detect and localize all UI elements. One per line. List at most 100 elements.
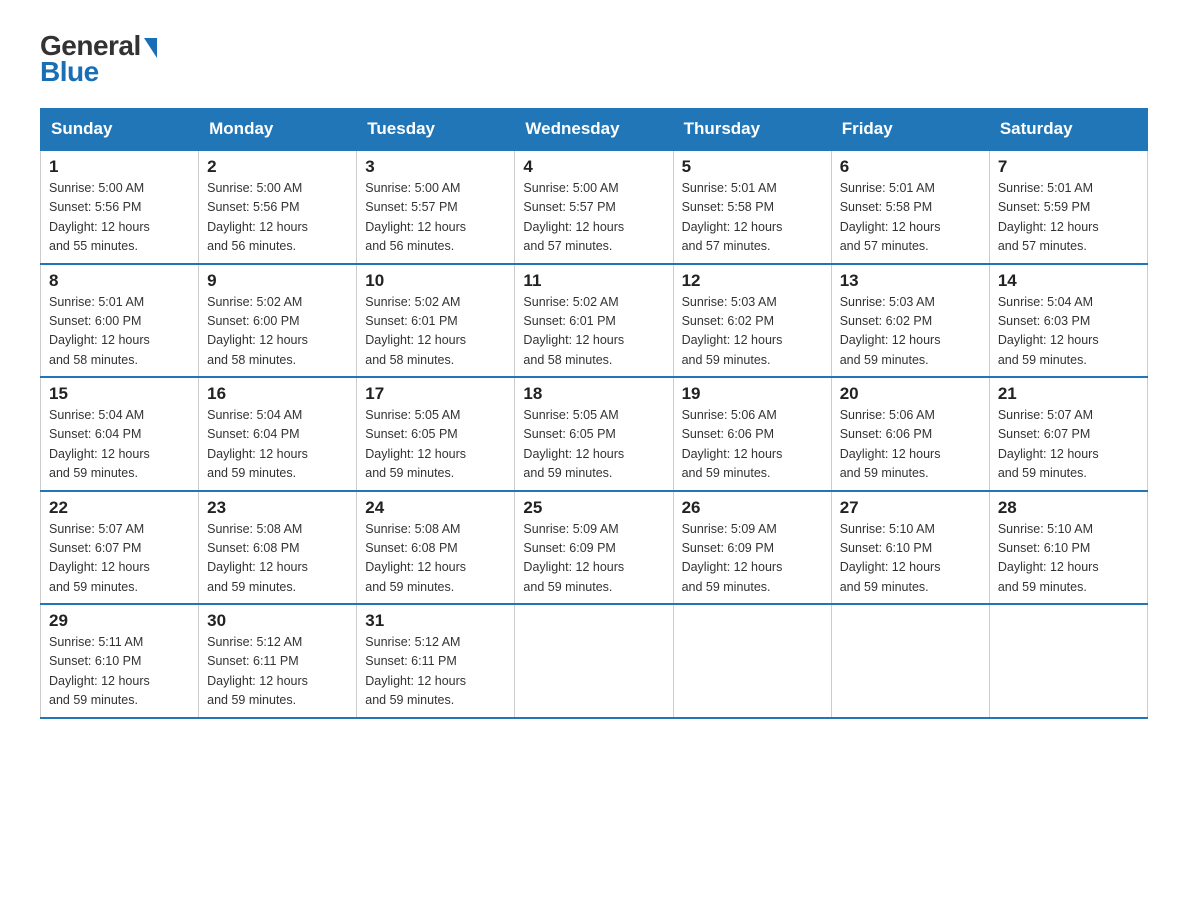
day-info: Sunrise: 5:07 AMSunset: 6:07 PMDaylight:… [998,406,1139,484]
calendar-cell: 29Sunrise: 5:11 AMSunset: 6:10 PMDayligh… [41,604,199,718]
week-row-4: 22Sunrise: 5:07 AMSunset: 6:07 PMDayligh… [41,491,1148,605]
calendar-cell: 14Sunrise: 5:04 AMSunset: 6:03 PMDayligh… [989,264,1147,378]
calendar-cell [989,604,1147,718]
day-info: Sunrise: 5:10 AMSunset: 6:10 PMDaylight:… [998,520,1139,598]
day-info: Sunrise: 5:04 AMSunset: 6:04 PMDaylight:… [49,406,190,484]
calendar-header-row: SundayMondayTuesdayWednesdayThursdayFrid… [41,109,1148,151]
day-info: Sunrise: 5:06 AMSunset: 6:06 PMDaylight:… [682,406,823,484]
calendar-cell: 25Sunrise: 5:09 AMSunset: 6:09 PMDayligh… [515,491,673,605]
calendar-cell: 15Sunrise: 5:04 AMSunset: 6:04 PMDayligh… [41,377,199,491]
day-number: 12 [682,271,823,291]
day-info: Sunrise: 5:08 AMSunset: 6:08 PMDaylight:… [365,520,506,598]
calendar-cell: 21Sunrise: 5:07 AMSunset: 6:07 PMDayligh… [989,377,1147,491]
logo-blue: Blue [40,56,99,88]
day-info: Sunrise: 5:05 AMSunset: 6:05 PMDaylight:… [365,406,506,484]
calendar-cell: 9Sunrise: 5:02 AMSunset: 6:00 PMDaylight… [199,264,357,378]
week-row-1: 1Sunrise: 5:00 AMSunset: 5:56 PMDaylight… [41,150,1148,264]
calendar-cell: 23Sunrise: 5:08 AMSunset: 6:08 PMDayligh… [199,491,357,605]
day-number: 16 [207,384,348,404]
day-info: Sunrise: 5:11 AMSunset: 6:10 PMDaylight:… [49,633,190,711]
day-info: Sunrise: 5:01 AMSunset: 6:00 PMDaylight:… [49,293,190,371]
calendar-cell: 13Sunrise: 5:03 AMSunset: 6:02 PMDayligh… [831,264,989,378]
calendar-cell: 5Sunrise: 5:01 AMSunset: 5:58 PMDaylight… [673,150,831,264]
day-number: 14 [998,271,1139,291]
calendar-cell: 20Sunrise: 5:06 AMSunset: 6:06 PMDayligh… [831,377,989,491]
calendar-cell: 2Sunrise: 5:00 AMSunset: 5:56 PMDaylight… [199,150,357,264]
calendar-cell: 11Sunrise: 5:02 AMSunset: 6:01 PMDayligh… [515,264,673,378]
calendar-cell: 26Sunrise: 5:09 AMSunset: 6:09 PMDayligh… [673,491,831,605]
calendar-cell: 1Sunrise: 5:00 AMSunset: 5:56 PMDaylight… [41,150,199,264]
calendar-cell: 17Sunrise: 5:05 AMSunset: 6:05 PMDayligh… [357,377,515,491]
col-header-sunday: Sunday [41,109,199,151]
day-info: Sunrise: 5:01 AMSunset: 5:58 PMDaylight:… [840,179,981,257]
calendar-cell: 7Sunrise: 5:01 AMSunset: 5:59 PMDaylight… [989,150,1147,264]
day-info: Sunrise: 5:01 AMSunset: 5:59 PMDaylight:… [998,179,1139,257]
day-number: 19 [682,384,823,404]
day-number: 2 [207,157,348,177]
day-number: 17 [365,384,506,404]
day-number: 20 [840,384,981,404]
calendar-cell: 10Sunrise: 5:02 AMSunset: 6:01 PMDayligh… [357,264,515,378]
day-info: Sunrise: 5:00 AMSunset: 5:57 PMDaylight:… [365,179,506,257]
calendar-cell: 12Sunrise: 5:03 AMSunset: 6:02 PMDayligh… [673,264,831,378]
day-number: 7 [998,157,1139,177]
day-number: 15 [49,384,190,404]
calendar-cell: 31Sunrise: 5:12 AMSunset: 6:11 PMDayligh… [357,604,515,718]
day-info: Sunrise: 5:03 AMSunset: 6:02 PMDaylight:… [682,293,823,371]
day-info: Sunrise: 5:09 AMSunset: 6:09 PMDaylight:… [523,520,664,598]
col-header-wednesday: Wednesday [515,109,673,151]
day-info: Sunrise: 5:00 AMSunset: 5:56 PMDaylight:… [207,179,348,257]
day-info: Sunrise: 5:05 AMSunset: 6:05 PMDaylight:… [523,406,664,484]
day-info: Sunrise: 5:00 AMSunset: 5:56 PMDaylight:… [49,179,190,257]
week-row-3: 15Sunrise: 5:04 AMSunset: 6:04 PMDayligh… [41,377,1148,491]
calendar-cell [515,604,673,718]
day-number: 18 [523,384,664,404]
calendar-cell: 22Sunrise: 5:07 AMSunset: 6:07 PMDayligh… [41,491,199,605]
day-info: Sunrise: 5:12 AMSunset: 6:11 PMDaylight:… [365,633,506,711]
day-number: 27 [840,498,981,518]
day-info: Sunrise: 5:08 AMSunset: 6:08 PMDaylight:… [207,520,348,598]
day-info: Sunrise: 5:02 AMSunset: 6:01 PMDaylight:… [523,293,664,371]
col-header-tuesday: Tuesday [357,109,515,151]
day-number: 6 [840,157,981,177]
day-number: 11 [523,271,664,291]
week-row-5: 29Sunrise: 5:11 AMSunset: 6:10 PMDayligh… [41,604,1148,718]
day-info: Sunrise: 5:01 AMSunset: 5:58 PMDaylight:… [682,179,823,257]
day-number: 9 [207,271,348,291]
day-info: Sunrise: 5:02 AMSunset: 6:00 PMDaylight:… [207,293,348,371]
col-header-monday: Monday [199,109,357,151]
week-row-2: 8Sunrise: 5:01 AMSunset: 6:00 PMDaylight… [41,264,1148,378]
logo: General Blue [40,30,157,88]
day-info: Sunrise: 5:07 AMSunset: 6:07 PMDaylight:… [49,520,190,598]
calendar-cell: 16Sunrise: 5:04 AMSunset: 6:04 PMDayligh… [199,377,357,491]
calendar-cell: 6Sunrise: 5:01 AMSunset: 5:58 PMDaylight… [831,150,989,264]
col-header-friday: Friday [831,109,989,151]
day-info: Sunrise: 5:04 AMSunset: 6:03 PMDaylight:… [998,293,1139,371]
day-number: 22 [49,498,190,518]
calendar-cell: 3Sunrise: 5:00 AMSunset: 5:57 PMDaylight… [357,150,515,264]
calendar-cell: 4Sunrise: 5:00 AMSunset: 5:57 PMDaylight… [515,150,673,264]
calendar-cell: 8Sunrise: 5:01 AMSunset: 6:00 PMDaylight… [41,264,199,378]
day-number: 30 [207,611,348,631]
day-number: 31 [365,611,506,631]
calendar-cell: 19Sunrise: 5:06 AMSunset: 6:06 PMDayligh… [673,377,831,491]
day-info: Sunrise: 5:04 AMSunset: 6:04 PMDaylight:… [207,406,348,484]
day-number: 10 [365,271,506,291]
page-header: General Blue [40,30,1148,88]
calendar-table: SundayMondayTuesdayWednesdayThursdayFrid… [40,108,1148,719]
calendar-cell: 30Sunrise: 5:12 AMSunset: 6:11 PMDayligh… [199,604,357,718]
day-number: 23 [207,498,348,518]
day-number: 4 [523,157,664,177]
day-number: 1 [49,157,190,177]
calendar-cell [831,604,989,718]
day-info: Sunrise: 5:02 AMSunset: 6:01 PMDaylight:… [365,293,506,371]
calendar-cell [673,604,831,718]
calendar-cell: 18Sunrise: 5:05 AMSunset: 6:05 PMDayligh… [515,377,673,491]
day-number: 3 [365,157,506,177]
day-number: 24 [365,498,506,518]
day-number: 28 [998,498,1139,518]
day-info: Sunrise: 5:00 AMSunset: 5:57 PMDaylight:… [523,179,664,257]
col-header-thursday: Thursday [673,109,831,151]
day-number: 13 [840,271,981,291]
day-info: Sunrise: 5:12 AMSunset: 6:11 PMDaylight:… [207,633,348,711]
